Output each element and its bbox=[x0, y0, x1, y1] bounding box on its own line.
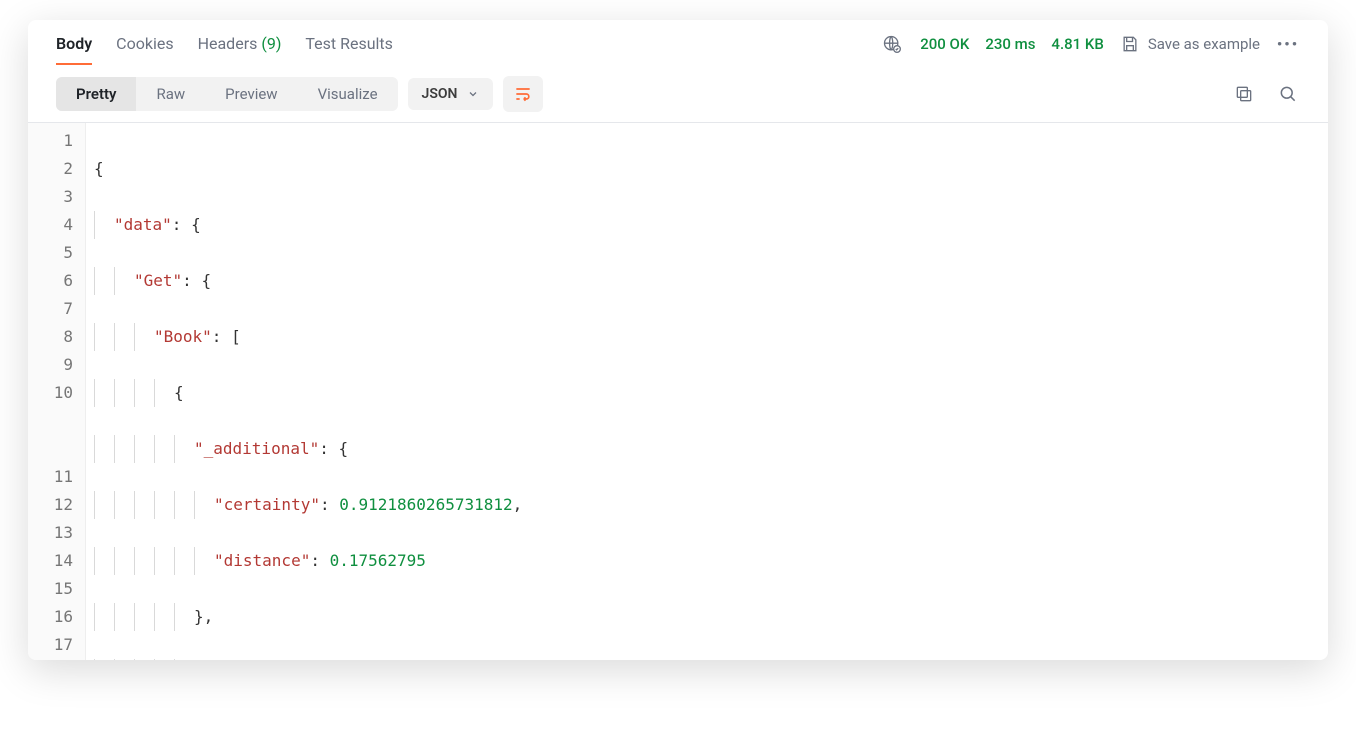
response-tabs: Body Cookies Headers (9) Test Results 20… bbox=[28, 20, 1328, 66]
more-actions-button[interactable]: ••• bbox=[1276, 32, 1300, 56]
line-number: 16 bbox=[36, 603, 73, 631]
view-mode-segment: Pretty Raw Preview Visualize bbox=[56, 77, 398, 111]
format-dropdown-label: JSON bbox=[422, 86, 458, 102]
chevron-down-icon bbox=[467, 88, 479, 100]
code-content[interactable]: { "data": { "Get": { "Book": [ { "_addit… bbox=[86, 123, 1328, 660]
tab-body[interactable]: Body bbox=[56, 34, 92, 65]
line-number: 4 bbox=[36, 211, 73, 239]
wrap-lines-button[interactable] bbox=[503, 76, 543, 112]
status-size: 4.81 KB bbox=[1051, 35, 1103, 53]
line-number: 3 bbox=[36, 183, 73, 211]
line-gutter: 1 2 3 4 5 6 7 8 9 10 11 12 13 14 15 16 1… bbox=[28, 123, 86, 660]
response-body: 1 2 3 4 5 6 7 8 9 10 11 12 13 14 15 16 1… bbox=[28, 122, 1328, 660]
response-toolbar: Pretty Raw Preview Visualize JSON bbox=[28, 66, 1328, 122]
save-as-example-label: Save as example bbox=[1148, 35, 1260, 53]
tab-cookies[interactable]: Cookies bbox=[116, 34, 173, 65]
line-number: 9 bbox=[36, 351, 73, 379]
line-number bbox=[36, 407, 73, 435]
format-dropdown[interactable]: JSON bbox=[408, 78, 494, 110]
tab-headers-count: (9) bbox=[261, 34, 281, 53]
line-number: 15 bbox=[36, 575, 73, 603]
tab-headers-label: Headers bbox=[198, 34, 258, 53]
line-number: 5 bbox=[36, 239, 73, 267]
line-number: 7 bbox=[36, 295, 73, 323]
line-number: 12 bbox=[36, 491, 73, 519]
line-number: 6 bbox=[36, 267, 73, 295]
search-button[interactable] bbox=[1276, 82, 1300, 106]
view-pretty[interactable]: Pretty bbox=[56, 77, 136, 111]
line-number: 13 bbox=[36, 519, 73, 547]
response-panel: Body Cookies Headers (9) Test Results 20… bbox=[28, 20, 1328, 660]
save-as-example-button[interactable]: Save as example bbox=[1120, 34, 1260, 54]
globe-icon[interactable] bbox=[880, 32, 904, 56]
wrap-icon bbox=[513, 84, 533, 104]
status-group: 200 OK 230 ms 4.81 KB Save as example ••… bbox=[880, 32, 1300, 66]
view-preview[interactable]: Preview bbox=[205, 77, 297, 111]
line-number bbox=[36, 435, 73, 463]
line-number: 8 bbox=[36, 323, 73, 351]
view-visualize[interactable]: Visualize bbox=[298, 77, 398, 111]
line-number: 17 bbox=[36, 631, 73, 659]
status-code: 200 OK bbox=[920, 35, 969, 53]
save-icon bbox=[1120, 34, 1140, 54]
tab-test-results[interactable]: Test Results bbox=[305, 34, 393, 65]
tab-headers[interactable]: Headers (9) bbox=[198, 34, 282, 65]
line-number: 10 bbox=[36, 379, 73, 407]
view-raw[interactable]: Raw bbox=[136, 77, 205, 111]
copy-button[interactable] bbox=[1232, 82, 1256, 106]
status-time: 230 ms bbox=[985, 35, 1035, 53]
line-number: 1 bbox=[36, 127, 73, 155]
line-number: 11 bbox=[36, 463, 73, 491]
line-number: 2 bbox=[36, 155, 73, 183]
line-number: 14 bbox=[36, 547, 73, 575]
